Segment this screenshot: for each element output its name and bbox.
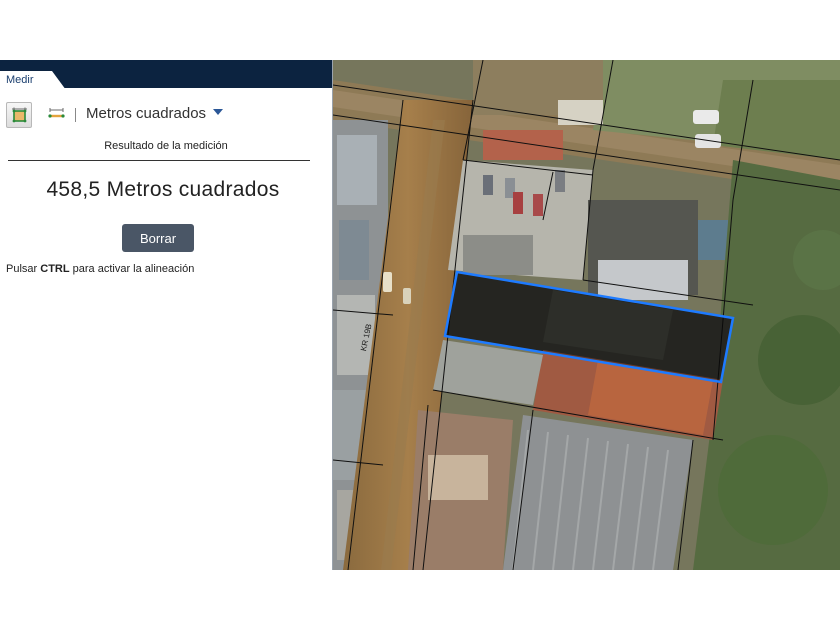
snapping-hint: Pulsar CTRL para activar la alineación: [6, 263, 194, 275]
unit-dropdown[interactable]: Metros cuadrados: [86, 105, 224, 122]
aerial-imagery: [333, 60, 840, 570]
tab-bar: Medir: [0, 60, 332, 90]
measure-panel: Medir Metros cuadrados Resultado de la m…: [0, 60, 333, 570]
hint-prefix: Pulsar: [6, 263, 41, 275]
result-divider: [8, 160, 310, 161]
hint-key: CTRL: [40, 263, 70, 275]
map-view[interactable]: KR 19B: [333, 60, 840, 570]
tab-medir[interactable]: Medir: [0, 71, 66, 90]
hint-suffix: para activar la alineación: [69, 263, 195, 275]
caret-down-icon: [213, 109, 224, 116]
distance-measure-icon: [48, 108, 65, 118]
clear-button[interactable]: Borrar: [122, 224, 194, 252]
area-tool-button[interactable]: [6, 102, 32, 128]
area-measure-icon: [12, 107, 27, 123]
unit-dropdown-label: Metros cuadrados: [86, 105, 207, 122]
result-label: Resultado de la medición: [104, 140, 228, 152]
toolbar-separator: [75, 108, 76, 122]
distance-tool-button[interactable]: [44, 102, 70, 128]
measure-toolbar: Metros cuadrados: [6, 102, 326, 128]
result-value: 458,5 Metros cuadrados: [46, 178, 280, 201]
